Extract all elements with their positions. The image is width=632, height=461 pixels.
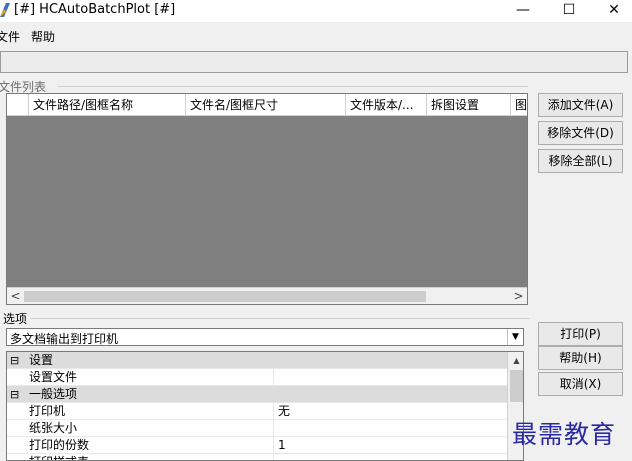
group-divider [30,318,530,319]
column-header-split[interactable]: 拆图设置 [427,94,511,116]
property-row[interactable]: 打印机 无 [7,403,507,420]
watermark: 最需教育 [512,420,617,449]
property-category[interactable]: ⊟ 一般选项 [7,386,507,403]
property-row[interactable]: 打印的份数 1 [7,437,507,454]
property-row[interactable]: 打印样式表 [7,454,507,460]
title-bar: [#] HCAutoBatchPlot [#] — ☐ ✕ [0,0,632,22]
property-name: 设置 [29,353,54,367]
property-grid[interactable]: ⊟ 设置设置文件 ⊟ 一般选项打印机 无纸张大小打印的份数 1 打印样式表 ▲ [6,351,524,461]
horizontal-scrollbar[interactable]: < > [7,287,527,304]
options-group-label: 选项 [3,312,28,326]
maximize-button[interactable]: ☐ [546,0,592,22]
minimize-button[interactable]: — [500,0,546,22]
scroll-left-icon[interactable]: < [7,288,24,305]
column-header-version[interactable]: 文件版本/... [346,94,427,116]
remove-file-button[interactable]: 移除文件(D) [538,121,623,145]
scroll-thumb[interactable] [24,291,426,302]
chevron-down-icon[interactable]: ▼ [507,329,523,345]
close-button[interactable]: ✕ [591,0,632,22]
property-name: 一般选项 [29,387,78,401]
property-name: 设置文件 [29,370,78,384]
remove-all-button[interactable]: 移除全部(L) [538,149,623,173]
scroll-thumb[interactable] [510,370,523,402]
property-row[interactable]: 纸张大小 [7,420,507,437]
property-value[interactable]: 无 [273,403,290,420]
row-header-cell [7,94,29,116]
help-button[interactable]: 帮助(H) [538,346,623,370]
app-icon [0,3,10,17]
scroll-up-icon[interactable]: ▲ [508,352,523,369]
property-row[interactable]: 设置文件 [7,369,507,386]
add-file-button[interactable]: 添加文件(A) [538,93,623,117]
window-title: [#] HCAutoBatchPlot [#] [14,2,176,17]
property-value[interactable]: 1 [273,437,286,454]
property-name: 打印样式表 [29,454,89,460]
file-list-header: 文件路径/图框名称 文件名/图框尺寸 文件版本/... 拆图设置 图 [7,94,527,116]
scroll-right-icon[interactable]: > [510,288,527,305]
column-header-extra[interactable]: 图 [511,94,527,116]
property-value[interactable] [273,420,278,437]
menu-help[interactable]: 帮助 [31,28,55,45]
collapse-icon[interactable]: ⊟ [10,352,24,369]
collapse-icon[interactable]: ⊟ [10,386,24,403]
property-category[interactable]: ⊟ 设置 [7,352,507,369]
path-bar [0,51,628,73]
property-name: 打印机 [29,404,66,418]
file-list[interactable]: 文件路径/图框名称 文件名/图框尺寸 文件版本/... 拆图设置 图 < > [6,93,528,305]
group-divider [58,86,528,87]
property-value[interactable] [273,369,278,386]
menu-file[interactable]: 文件 [0,28,20,45]
property-value[interactable] [273,454,278,460]
cancel-button[interactable]: 取消(X) [538,372,623,396]
property-name: 打印的份数 [29,438,90,452]
output-mode-select[interactable]: 多文档输出到打印机 ▼ [6,328,524,346]
column-header-filename[interactable]: 文件名/图框尺寸 [186,94,346,116]
output-mode-value: 多文档输出到打印机 [10,332,119,346]
column-header-path[interactable]: 文件路径/图框名称 [29,94,186,116]
property-name: 纸张大小 [29,421,78,435]
print-button[interactable]: 打印(P) [538,322,623,346]
menu-bar [0,24,632,46]
